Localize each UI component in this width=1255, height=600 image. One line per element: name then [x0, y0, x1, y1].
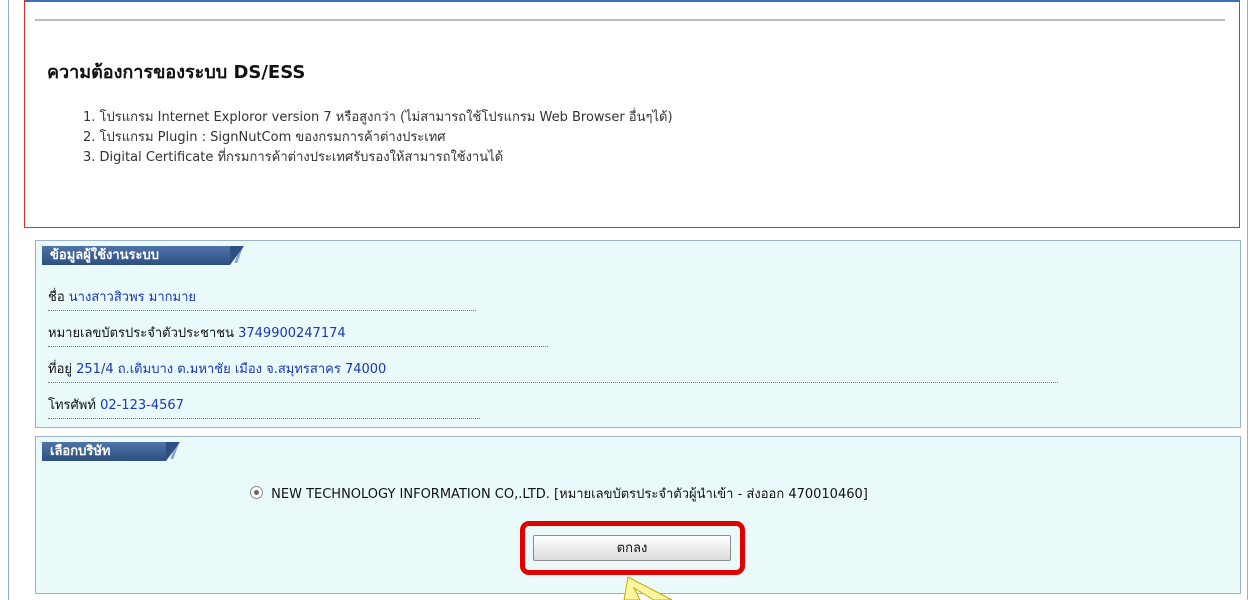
name-underline	[48, 310, 476, 311]
user-info-panel: ข้อมูลผู้ใช้งานระบบ ชื่อ นางสาวสิวพร มาก…	[35, 240, 1241, 428]
phone-label: โทรศัพท์	[48, 398, 96, 413]
company-select-header-label: เลือกบริษัท	[50, 444, 111, 459]
company-select-header: เลือกบริษัท	[42, 442, 180, 461]
phone-field: โทรศัพท์ 02-123-4567	[48, 394, 184, 415]
divider	[35, 19, 1225, 21]
name-value: นางสาวสิวพร มากมาย	[68, 290, 196, 305]
name-field: ชื่อ นางสาวสิวพร มากมาย	[48, 286, 196, 307]
address-field: ที่อยู่ 251/4 ถ.เดิมบาง ต.มหาชัย เมือง จ…	[48, 358, 386, 379]
company-radio-button[interactable]	[250, 486, 263, 499]
requirements-title: ความต้องการของระบบ DS/ESS	[47, 62, 306, 83]
address-underline	[48, 382, 1058, 383]
citizen-id-value: 3749900247174	[238, 326, 346, 341]
phone-underline	[48, 418, 480, 419]
header-divider-icon	[170, 444, 179, 459]
phone-value: 02-123-4567	[100, 398, 184, 413]
requirements-panel: ความต้องการของระบบ DS/ESS 1. โปรแกรม Int…	[24, 0, 1240, 228]
user-info-header-label: ข้อมูลผู้ใช้งานระบบ	[50, 248, 160, 263]
citizen-id-label: หมายเลขบัตรประจำตัวประชาชน	[48, 326, 234, 341]
company-option-label: NEW TECHNOLOGY INFORMATION CO,.LTD. [หมา…	[271, 487, 868, 502]
citizen-id-field: หมายเลขบัตรประจำตัวประชาชน 3749900247174	[48, 322, 346, 343]
citizen-id-underline	[48, 346, 548, 347]
top-border	[25, 0, 1239, 2]
address-label: ที่อยู่	[48, 362, 72, 377]
header-divider-icon	[234, 248, 243, 263]
requirement-item: 3. Digital Certificate ที่กรมการค้าต่างป…	[83, 150, 504, 165]
address-value: 251/4 ถ.เดิมบาง ต.มหาชัย เมือง จ.สมุทรสา…	[76, 362, 387, 377]
pointer-arrow-icon	[623, 576, 673, 600]
company-option[interactable]: NEW TECHNOLOGY INFORMATION CO,.LTD. [หมา…	[250, 483, 868, 504]
ok-button[interactable]: ตกลง	[533, 535, 731, 561]
requirement-item: 2. โปรแกรม Plugin : SignNutCom ของกรมการ…	[83, 130, 446, 145]
user-info-header: ข้อมูลผู้ใช้งานระบบ	[42, 246, 244, 265]
page-border-left	[8, 0, 9, 600]
company-select-panel: เลือกบริษัท NEW TECHNOLOGY INFORMATION C…	[35, 436, 1241, 594]
name-label: ชื่อ	[48, 290, 65, 305]
requirements-list: 1. โปรแกรม Internet Exploror version 7 ห…	[83, 108, 673, 168]
page-border-right	[1247, 0, 1248, 600]
requirement-item: 1. โปรแกรม Internet Exploror version 7 ห…	[83, 110, 673, 125]
